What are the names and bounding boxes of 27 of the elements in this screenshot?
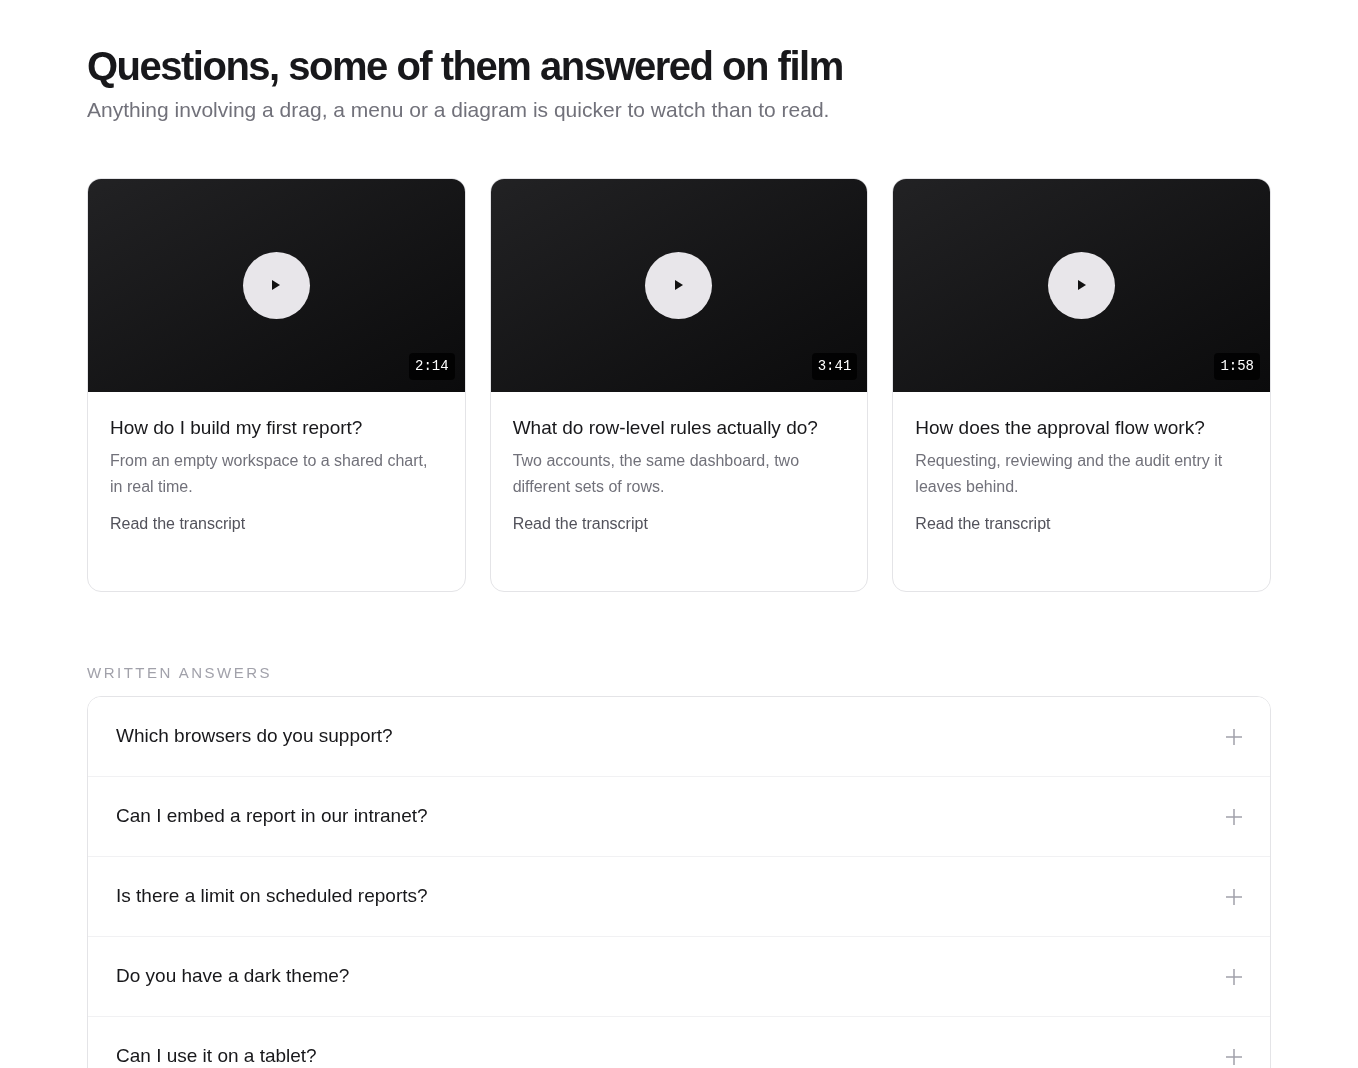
transcript-link[interactable]: Read the transcript <box>110 511 246 536</box>
plus-icon <box>1226 888 1242 905</box>
video-title: How do I build my first report? <box>110 415 364 440</box>
section-label: WRITTEN ANSWERS <box>87 662 273 683</box>
video-thumbnail[interactable]: 3:41 <box>490 178 868 392</box>
play-icon <box>271 280 282 290</box>
video-duration: 2:14 <box>409 352 455 380</box>
video-thumbnail[interactable]: 2:14 <box>88 178 465 392</box>
plus-icon <box>1226 968 1242 985</box>
plus-icon <box>1226 808 1242 825</box>
video-duration: 1:58 <box>1214 352 1260 380</box>
plus-icon <box>1226 1048 1242 1065</box>
transcript-link[interactable]: Read the transcript <box>915 511 1051 536</box>
page-title: Questions, some of them answered on film <box>87 43 844 90</box>
video-duration: 3:41 <box>811 352 858 380</box>
video-title: How does the approval flow work? <box>915 415 1206 440</box>
video-description: From an empty workspace to a shared chart, in real time. <box>110 450 429 497</box>
video-description: Requesting, reviewing and the audit entry it leaves behind. <box>915 450 1224 497</box>
video-thumbnail[interactable]: 1:58 <box>893 178 1270 392</box>
faq-item[interactable]: Which browsers do you support? <box>88 697 1270 777</box>
play-icon <box>674 280 684 290</box>
video-description: Two accounts, the same dashboard, two different sets of rows. <box>512 450 801 497</box>
page-subtitle: Anything involving a drag, a menu or a diagram is quicker to watch than to read. <box>87 97 831 123</box>
video-title: What do row-level rules actually do? <box>512 415 819 440</box>
transcript-link[interactable]: Read the transcript <box>512 511 648 536</box>
play-icon <box>1076 280 1087 290</box>
plus-icon <box>1226 728 1242 745</box>
